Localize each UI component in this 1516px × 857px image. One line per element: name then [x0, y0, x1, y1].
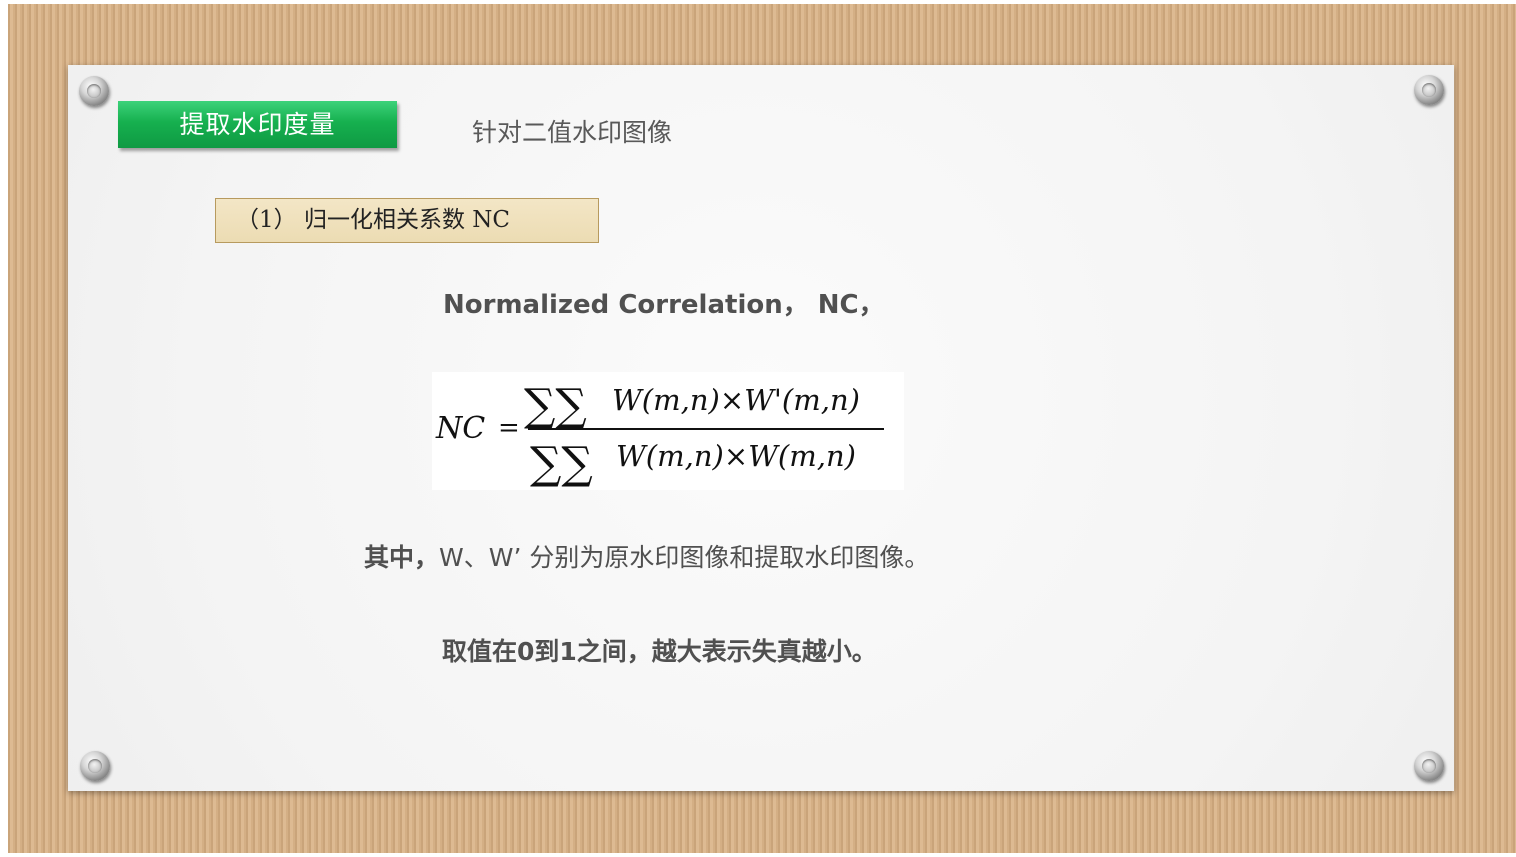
note-prefix: 其中，: [364, 543, 440, 572]
formula-lhs: NC: [435, 411, 485, 446]
grommet-icon: [1414, 75, 1444, 105]
value-range-note: 取值在0到1之间，越大表示失真越小。: [442, 637, 877, 666]
note-text: W、W’ 分别为原水印图像和提取水印图像。: [439, 543, 930, 572]
formula-denominator: W(m,n)×W(m,n): [616, 439, 856, 473]
formula-equals: =: [498, 413, 520, 443]
section-tag: 提取水印度量: [118, 101, 397, 148]
variable-note: 其中，W、W’ 分别为原水印图像和提取水印图像。: [364, 540, 929, 576]
slide-subtitle: 针对二值水印图像: [472, 118, 673, 147]
formula-numerator: W(m,n)×W'(m,n): [612, 383, 860, 417]
section-heading: （1） 归一化相关系数 NC: [215, 198, 599, 243]
nc-formula: NC = ∑∑ W(m,n)×W'(m,n) ∑∑ W(m,n)×W(m,n): [432, 372, 904, 490]
grommet-icon: [80, 751, 110, 781]
grommet-icon: [1414, 751, 1444, 781]
normalized-correlation-line: Normalized Correlation， NC，: [443, 290, 885, 320]
grommet-icon: [79, 76, 109, 106]
denominator-sum: ∑∑: [530, 438, 593, 489]
nc-formula-graphic: NC = ∑∑ W(m,n)×W'(m,n) ∑∑ W(m,n)×W(m,n): [435, 380, 884, 489]
numerator-sum: ∑∑: [524, 380, 587, 431]
